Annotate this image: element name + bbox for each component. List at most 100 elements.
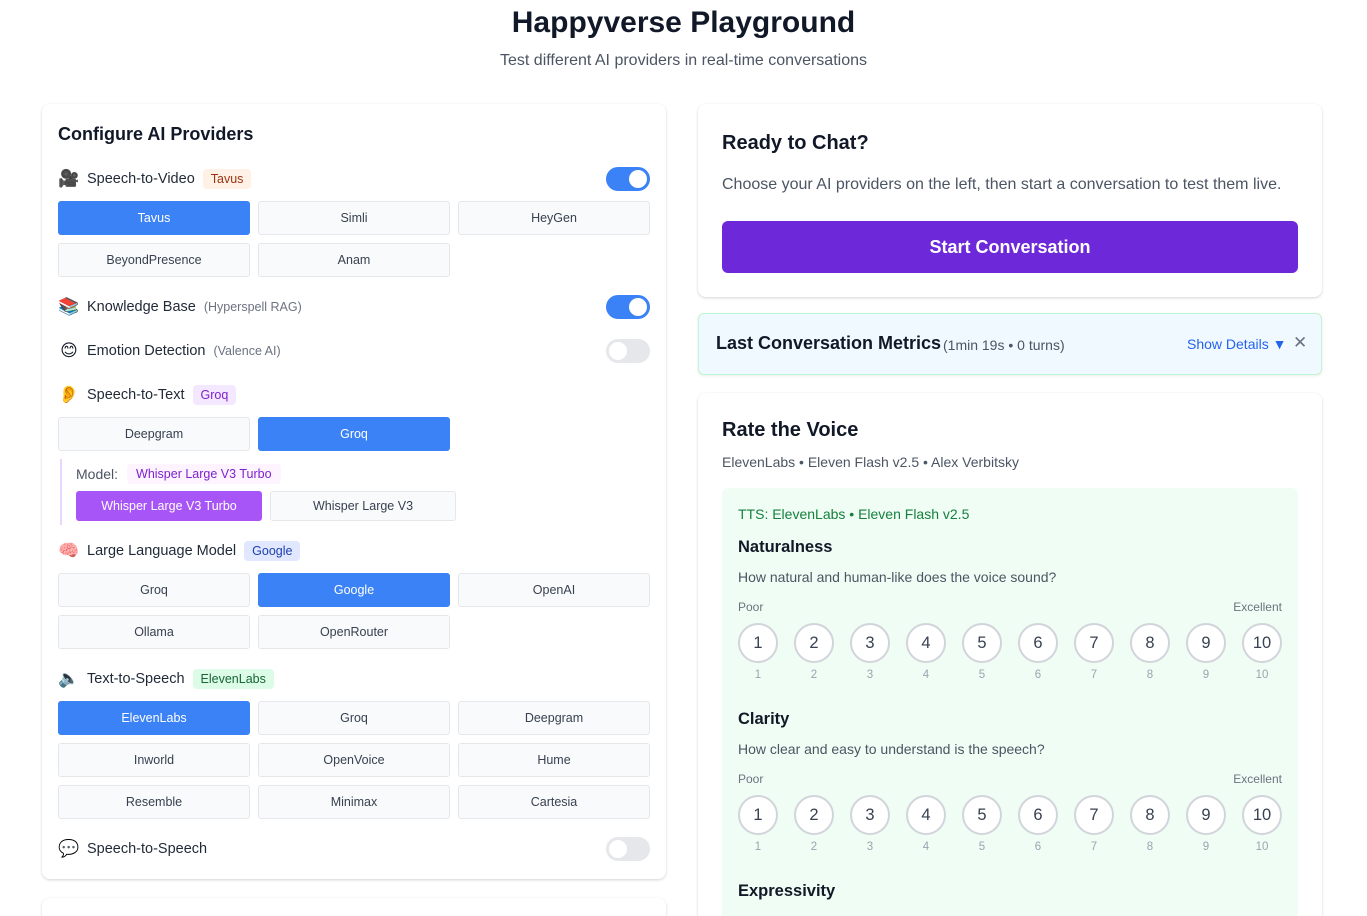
llm-label: Large Language Model [87, 543, 237, 559]
stv-option-beyondpresence[interactable]: BeyondPresence [58, 243, 250, 277]
speech-to-speech-toggle[interactable] [606, 837, 650, 861]
criterion-title: Naturalness [738, 538, 833, 556]
scale-poor-label: Poor [738, 772, 764, 786]
speech-to-text-badge: Groq [192, 385, 237, 405]
rating-caption-4: 4 [922, 669, 930, 681]
knowledge-base-row: 📚 Knowledge Base (Hyperspell RAG) [58, 295, 650, 319]
rating-button-1[interactable]: 1 [738, 795, 778, 835]
llm-option-google[interactable]: Google [258, 573, 450, 607]
rating-button-3[interactable]: 3 [850, 623, 890, 663]
metrics-title: Last Conversation Metrics [716, 333, 942, 353]
ear-icon: 👂 [58, 385, 80, 404]
ready-description: Choose your AI providers on the left, th… [722, 176, 1282, 193]
llm-option-ollama[interactable]: Ollama [58, 615, 250, 649]
rating-button-6[interactable]: 6 [1018, 795, 1058, 835]
rating-button-2[interactable]: 2 [794, 795, 834, 835]
rating-caption-5: 5 [978, 841, 986, 853]
tts-option-resemble[interactable]: Resemble [58, 785, 250, 819]
llm-option-groq[interactable]: Groq [58, 573, 250, 607]
rating-button-3[interactable]: 3 [850, 795, 890, 835]
speaker-icon: 🔈 [58, 669, 80, 688]
speech-to-speech-label: Speech-to-Speech [87, 841, 208, 857]
criterion-question: How natural and human-like does the voic… [738, 569, 1057, 585]
rate-subtitle: ElevenLabs • Eleven Flash v2.5 • Alex Ve… [722, 454, 1019, 470]
tts-option-openvoice[interactable]: OpenVoice [258, 743, 450, 777]
stv-option-tavus[interactable]: Tavus [58, 201, 250, 235]
rating-button-10[interactable]: 10 [1242, 623, 1282, 663]
rating-button-7[interactable]: 7 [1074, 623, 1114, 663]
toggle-knob [629, 298, 647, 316]
rate-voice-card: Rate the Voice ElevenLabs • Eleven Flash… [698, 393, 1322, 916]
knowledge-base-toggle[interactable] [606, 295, 650, 319]
model-badge: Whisper Large V3 Turbo [127, 464, 281, 484]
stv-option-anam[interactable]: Anam [258, 243, 450, 277]
speech-to-video-label: Speech-to-Video [87, 171, 195, 187]
rating-caption-1: 1 [754, 669, 762, 681]
rating-button-8[interactable]: 8 [1130, 623, 1170, 663]
rating-button-1[interactable]: 1 [738, 623, 778, 663]
rating-button-9[interactable]: 9 [1186, 623, 1226, 663]
tts-option-minimax[interactable]: Minimax [258, 785, 450, 819]
rating-button-4[interactable]: 4 [906, 795, 946, 835]
rating-caption-2: 2 [810, 841, 818, 853]
metrics-summary: (1min 19s • 0 turns) [943, 337, 1065, 353]
rating-caption-8: 8 [1146, 669, 1154, 681]
speech-to-speech-row: 💬 Speech-to-Speech [58, 837, 650, 861]
llm-option-openai[interactable]: OpenAI [458, 573, 650, 607]
rating-caption-10: 10 [1255, 669, 1269, 681]
rating-caption-3: 3 [866, 841, 874, 853]
stt-option-deepgram[interactable]: Deepgram [58, 417, 250, 451]
stv-option-heygen[interactable]: HeyGen [458, 201, 650, 235]
criterion-title: Expressivity [738, 882, 836, 900]
stv-option-simli[interactable]: Simli [258, 201, 450, 235]
tts-option-elevenlabs[interactable]: ElevenLabs [58, 701, 250, 735]
rating-button-2[interactable]: 2 [794, 623, 834, 663]
llm-badge: Google [244, 541, 301, 561]
toggle-knob [609, 342, 627, 360]
tts-option-hume[interactable]: Hume [458, 743, 650, 777]
tts-rating-box: TTS: ElevenLabs • Eleven Flash v2.5 Natu… [722, 488, 1298, 916]
model-option-whisper-large-v3-turbo[interactable]: Whisper Large V3 Turbo [76, 491, 262, 521]
rating-button-7[interactable]: 7 [1074, 795, 1114, 835]
start-conversation-button[interactable]: Start Conversation [722, 221, 1298, 273]
show-details-button[interactable]: Show Details ▼ [1187, 336, 1286, 352]
speech-to-video-badge: Tavus [202, 169, 252, 189]
scale-excellent-label: Excellent [1233, 772, 1282, 786]
speech-to-text-row: 👂 Speech-to-Text Groq [58, 383, 650, 407]
toggle-knob [609, 840, 627, 858]
model-option-whisper-large-v3[interactable]: Whisper Large V3 [270, 491, 456, 521]
rating-button-5[interactable]: 5 [962, 623, 1002, 663]
knowledge-base-label: Knowledge Base [87, 299, 196, 315]
rate-title: Rate the Voice [722, 419, 859, 441]
speech-to-video-row: 🎥 Speech-to-Video Tavus [58, 167, 650, 191]
tts-option-deepgram[interactable]: Deepgram [458, 701, 650, 735]
model-row: Model: Whisper Large V3 Turbo [76, 464, 281, 484]
rating-button-6[interactable]: 6 [1018, 623, 1058, 663]
tts-option-groq[interactable]: Groq [258, 701, 450, 735]
tts-option-inworld[interactable]: Inworld [58, 743, 250, 777]
rating-button-4[interactable]: 4 [906, 623, 946, 663]
rating-caption-4: 4 [922, 841, 930, 853]
speech-bubble-icon: 💬 [58, 839, 80, 858]
rating-button-5[interactable]: 5 [962, 795, 1002, 835]
speech-to-video-toggle[interactable] [606, 167, 650, 191]
rating-button-10[interactable]: 10 [1242, 795, 1282, 835]
rating-caption-5: 5 [978, 669, 986, 681]
llm-option-openrouter[interactable]: OpenRouter [258, 615, 450, 649]
close-icon[interactable]: ✕ [1293, 333, 1307, 353]
video-camera-icon: 🎥 [58, 169, 80, 188]
tts-option-cartesia[interactable]: Cartesia [458, 785, 650, 819]
stt-option-groq[interactable]: Groq [258, 417, 450, 451]
rating-caption-3: 3 [866, 669, 874, 681]
rating-button-8[interactable]: 8 [1130, 795, 1170, 835]
emotion-detection-toggle[interactable] [606, 339, 650, 363]
rating-caption-9: 9 [1202, 841, 1210, 853]
ready-title: Ready to Chat? [722, 132, 869, 154]
books-icon: 📚 [58, 297, 80, 316]
tts-rating-label: TTS: ElevenLabs • Eleven Flash v2.5 [738, 506, 970, 522]
tts-badge: ElevenLabs [192, 669, 274, 689]
rating-button-9[interactable]: 9 [1186, 795, 1226, 835]
brain-icon: 🧠 [58, 541, 80, 560]
rating-caption-6: 6 [1034, 841, 1042, 853]
emotion-detection-note: (Valence AI) [213, 344, 281, 358]
